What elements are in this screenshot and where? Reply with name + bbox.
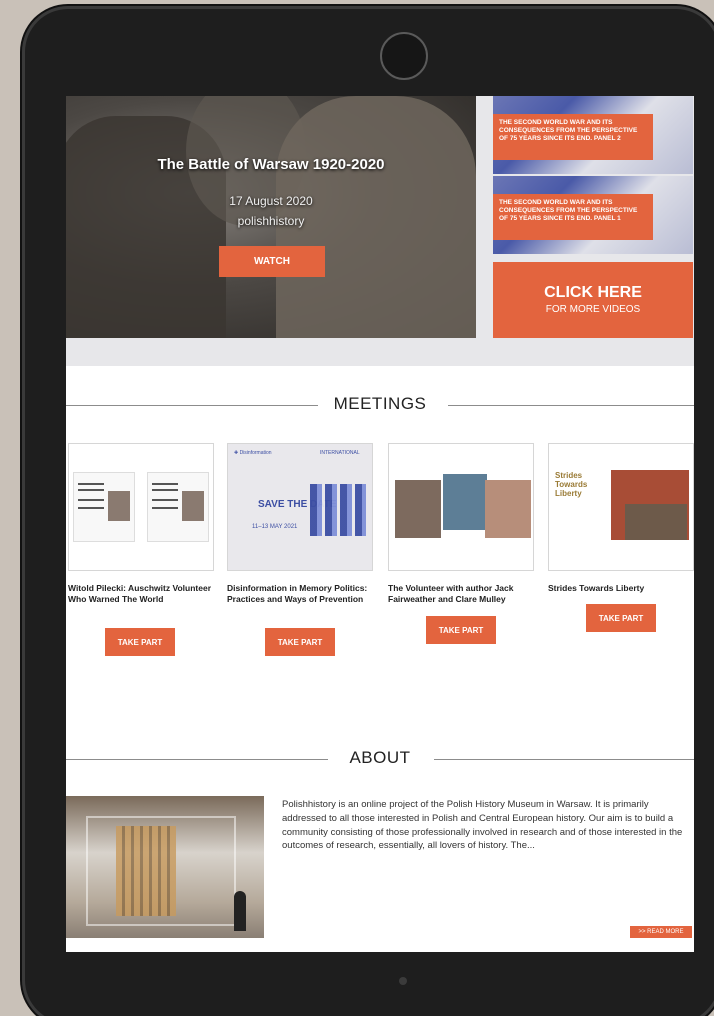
meetings-heading: MEETINGS [66,394,694,418]
author-photo [485,480,531,538]
hero-video[interactable]: The Battle of Warsaw 1920-2020 17 August… [66,96,476,338]
meeting-card[interactable]: The Volunteer with author Jack Fairweath… [388,443,534,623]
hero-channel: polishhistory [237,214,305,228]
hero-title: The Battle of Warsaw 1920-2020 [157,156,385,173]
book-cover [443,474,487,530]
meeting-title[interactable]: Disinformation in Memory Politics: Pract… [227,583,373,623]
about-title: ABOUT [349,748,411,767]
poster-image [147,472,209,542]
about-heading: ABOUT [66,748,694,772]
thumb-conference-label: INTERNATIONAL [320,450,360,456]
pixel-pattern [310,484,366,536]
meeting-card[interactable]: Witold Pilecki: Auschwitz Volunteer Who … [68,443,214,623]
meeting-thumbnail[interactable] [68,443,214,571]
meeting-thumbnail[interactable]: ✚ Disinformation INTERNATIONAL SAVE THE … [227,443,373,571]
take-part-button[interactable]: TAKE PART [265,628,335,656]
click-here-title: CLICK HERE [544,284,642,301]
take-part-button[interactable]: TAKE PART [426,616,496,644]
read-more-button[interactable]: >> READ MORE [630,926,692,938]
website-screen: The Battle of Warsaw 1920-2020 17 August… [66,96,694,952]
panel-video-card[interactable]: THE SECOND WORLD WAR AND ITS CONSEQUENCE… [493,176,693,254]
hero-date: 17 August 2020 [229,194,313,208]
watch-button[interactable]: WATCH [219,246,325,277]
meeting-thumbnail[interactable] [388,443,534,571]
meeting-card[interactable]: ✚ Disinformation INTERNATIONAL SAVE THE … [227,443,373,623]
divider [448,405,694,406]
poster-image [73,472,135,542]
more-videos-button[interactable]: CLICK HERE FOR MORE VIDEOS [493,262,693,338]
author-photo [395,480,441,538]
painting-image [625,504,687,540]
meeting-title[interactable]: Witold Pilecki: Auschwitz Volunteer Who … [68,583,214,623]
panel-video-card[interactable]: THE SECOND WORLD WAR AND ITS CONSEQUENCE… [493,96,693,174]
panel-label: THE SECOND WORLD WAR AND ITS CONSEQUENCE… [493,114,653,160]
hero-section: The Battle of Warsaw 1920-2020 17 August… [66,96,694,366]
camera-icon [380,32,428,80]
panel-label: THE SECOND WORLD WAR AND ITS CONSEQUENCE… [493,194,653,240]
thumb-dates: 11–13 MAY 2021 [252,524,298,530]
meeting-thumbnail[interactable]: Strides Towards Liberty [548,443,694,571]
museum-image [66,796,264,938]
meeting-card[interactable]: Strides Towards Liberty Strides Towards … [548,443,694,623]
sensor-icon [399,977,407,985]
take-part-button[interactable]: TAKE PART [586,604,656,632]
take-part-button[interactable]: TAKE PART [105,628,175,656]
thumb-title: Strides Towards Liberty [555,471,588,498]
thumb-logo-icon: ✚ Disinformation [234,450,272,456]
click-here-subtitle: FOR MORE VIDEOS [545,304,641,315]
about-text: Polishhistory is an online project of th… [282,799,683,852]
divider [434,759,694,760]
meetings-title: MEETINGS [333,394,427,413]
